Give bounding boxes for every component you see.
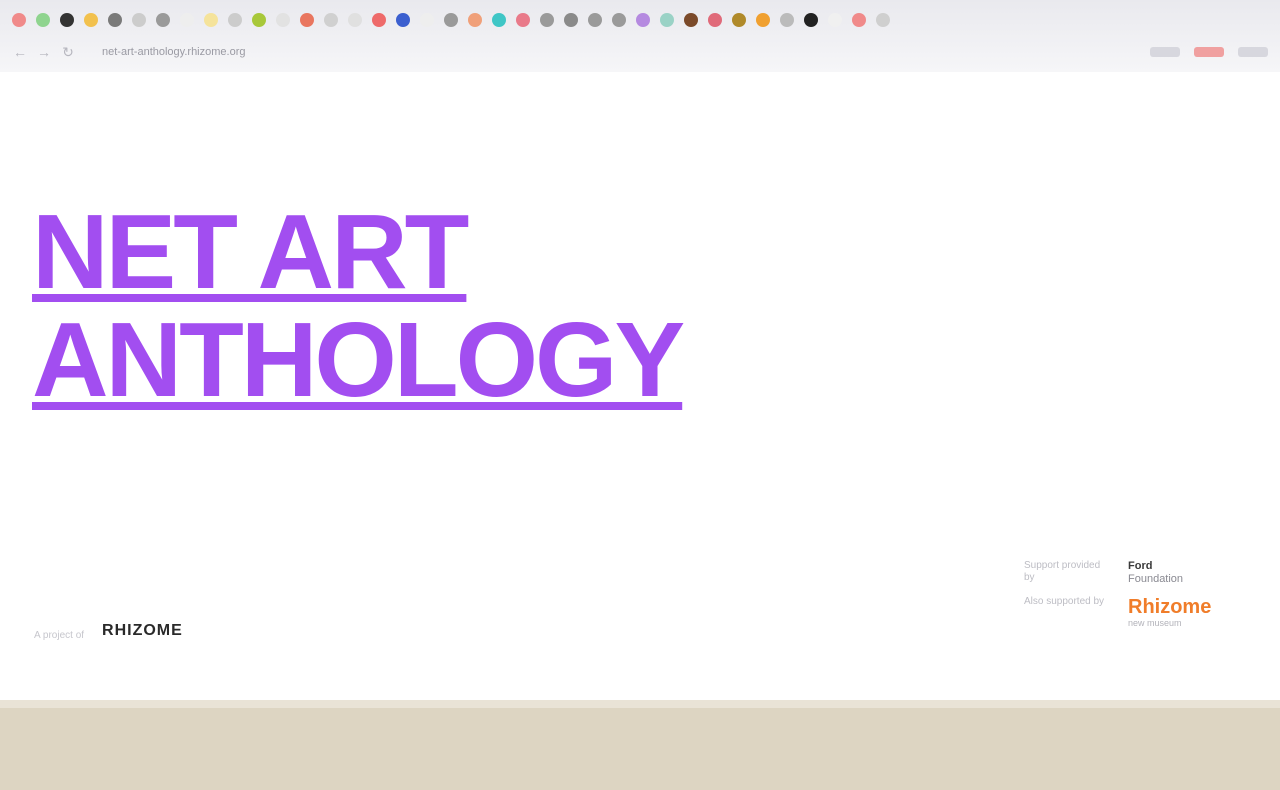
back-arrow-icon[interactable]: ← [12, 44, 28, 60]
tab-favicon-icon[interactable] [156, 13, 170, 27]
tab-favicon-icon[interactable] [732, 13, 746, 27]
credits-block: Support provided by Ford Foundation Also… [1024, 560, 1264, 638]
tab-favicon-icon[interactable] [252, 13, 266, 27]
partner-caption: new museum [1128, 618, 1182, 628]
footer-band [0, 700, 1280, 790]
tab-favicon-icon[interactable] [12, 13, 26, 27]
credit-row-support: Support provided by Ford Foundation [1024, 560, 1264, 586]
tab-favicon-icon[interactable] [828, 13, 842, 27]
tab-favicon-icon[interactable] [876, 13, 890, 27]
tab-favicon-icon[interactable] [300, 13, 314, 27]
tab-favicon-icon[interactable] [564, 13, 578, 27]
tab-favicon-icon[interactable] [684, 13, 698, 27]
title-line-1[interactable]: NET ART [32, 198, 682, 306]
tab-favicon-icon[interactable] [540, 13, 554, 27]
credit-row-partner: Also supported by Rhizome new museum [1024, 596, 1264, 628]
tab-favicon-icon[interactable] [204, 13, 218, 27]
title-line-2[interactable]: ANTHOLOGY [32, 306, 685, 414]
tab-favicon-icon[interactable] [588, 13, 602, 27]
tab-favicon-icon[interactable] [396, 13, 410, 27]
browser-toolbar: ← → ↻ net-art-anthology.rhizome.org [0, 38, 1280, 66]
site-title-link[interactable]: NET ART ANTHOLOGY [32, 198, 685, 414]
tab-favicon-icon[interactable] [276, 13, 290, 27]
tab-favicon-icon[interactable] [708, 13, 722, 27]
tab-favicon-icon[interactable] [612, 13, 626, 27]
tab-favicon-icon[interactable] [348, 13, 362, 27]
tab-favicon-icon[interactable] [444, 13, 458, 27]
tab-favicon-icon[interactable] [84, 13, 98, 27]
tab-favicon-icon[interactable] [36, 13, 50, 27]
menu-icon[interactable] [1238, 47, 1268, 57]
rhizome-logo[interactable]: RHIZOME [102, 622, 183, 642]
tab-favicon-icon[interactable] [228, 13, 242, 27]
tab-favicon-icon[interactable] [132, 13, 146, 27]
forward-arrow-icon[interactable]: → [36, 44, 52, 60]
tab-favicon-icon[interactable] [180, 13, 194, 27]
funder-name[interactable]: Ford [1128, 560, 1183, 573]
tab-favicon-icon[interactable] [372, 13, 386, 27]
tab-favicon-icon[interactable] [660, 13, 674, 27]
tab-favicon-icon[interactable] [492, 13, 506, 27]
reload-icon[interactable]: ↻ [60, 44, 76, 60]
tab-favicon-icon[interactable] [852, 13, 866, 27]
tab-strip [0, 6, 1280, 34]
publisher-block: A project of RHIZOME [34, 622, 183, 642]
profile-icon[interactable] [1194, 47, 1224, 57]
extension-icon[interactable] [1150, 47, 1180, 57]
funder-sub: Foundation [1128, 573, 1184, 585]
partner-logo[interactable]: Rhizome [1128, 596, 1211, 618]
tab-favicon-icon[interactable] [756, 13, 770, 27]
publisher-caption: A project of [34, 630, 85, 641]
tab-favicon-icon[interactable] [468, 13, 482, 27]
toolbar-extensions [1150, 47, 1268, 57]
tab-favicon-icon[interactable] [516, 13, 530, 27]
address-bar[interactable]: net-art-anthology.rhizome.org [102, 44, 362, 60]
credit-label: Support provided by [1024, 560, 1101, 583]
page-content: NET ART ANTHOLOGY A project of RHIZOME S… [0, 72, 1280, 700]
browser-chrome: ← → ↻ net-art-anthology.rhizome.org [0, 0, 1280, 72]
tab-favicon-icon[interactable] [780, 13, 794, 27]
tab-favicon-icon[interactable] [804, 13, 818, 27]
tab-favicon-icon[interactable] [420, 13, 434, 27]
tab-favicon-icon[interactable] [636, 13, 650, 27]
tab-favicon-icon[interactable] [324, 13, 338, 27]
tab-favicon-icon[interactable] [108, 13, 122, 27]
tab-favicon-icon[interactable] [60, 13, 74, 27]
credit-label: Also supported by [1024, 596, 1105, 607]
